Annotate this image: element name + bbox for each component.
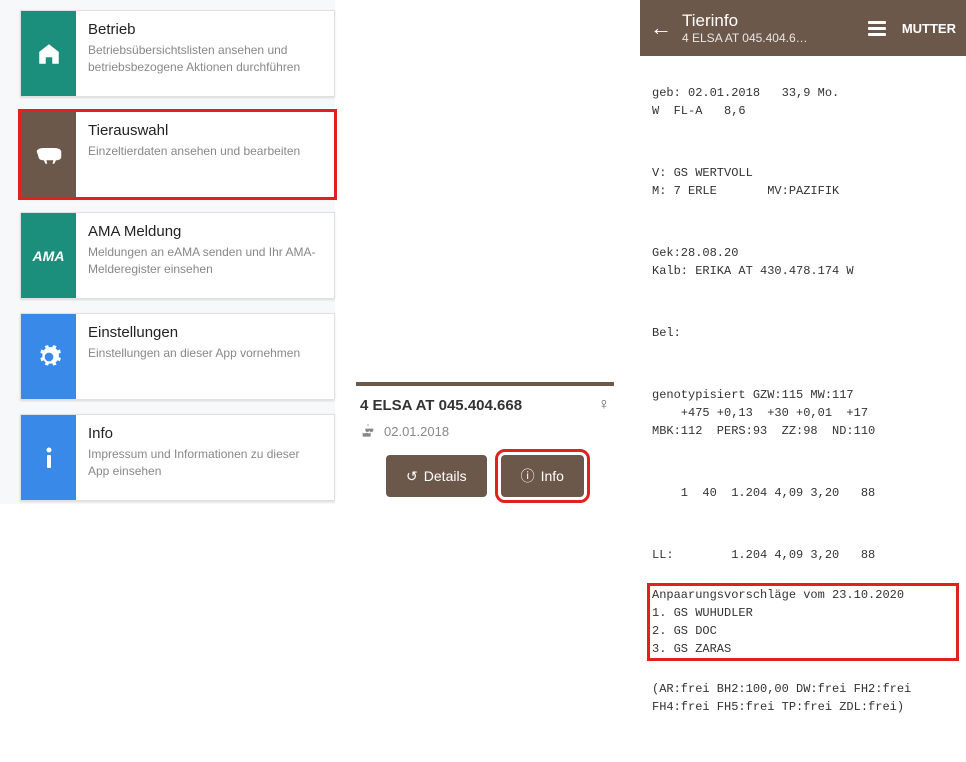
gear-icon [21, 314, 76, 399]
list-menu-icon[interactable] [868, 21, 886, 36]
menu-title: AMA Meldung [88, 223, 322, 240]
back-icon[interactable]: ← [650, 15, 672, 41]
menu-item-einstellungen[interactable]: Einstellungen Einstellungen an dieser Ap… [20, 313, 335, 400]
menu-sub: Betriebsübersichtslisten ansehen und bet… [88, 42, 322, 77]
menu-sub: Meldungen an eAMA senden und Ihr AMA-Mel… [88, 244, 322, 279]
tierinfo-header: ← Tierinfo 4 ELSA AT 045.404.6… MUTTER [640, 0, 966, 56]
info-button[interactable]: ⓘ Info [501, 455, 584, 497]
mutter-button[interactable]: MUTTER [902, 21, 956, 36]
birthday-icon [360, 422, 376, 441]
undo-icon: ↺ [406, 468, 418, 485]
female-icon: ♀ [598, 396, 610, 414]
page-title: Tierinfo [682, 11, 858, 31]
farm-icon [21, 11, 76, 96]
info-icon [21, 415, 76, 500]
cow-icon [21, 112, 76, 197]
tierinfo-text: geb: 02.01.2018 33,9 Mo. W FL-A 8,6 V: G… [640, 56, 966, 762]
page-subtitle: 4 ELSA AT 045.404.6… [682, 31, 858, 45]
menu-title: Info [88, 425, 322, 442]
menu-item-betrieb[interactable]: Betrieb Betriebsübersichtslisten ansehen… [20, 10, 335, 97]
animal-name: 4 ELSA AT 045.404.668 [360, 397, 522, 414]
suggestion-box: Anpaarungsvorschläge vom 23.10.2020 1. G… [648, 584, 958, 660]
menu-item-ama[interactable]: AMA AMA Meldung Meldungen an eAMA senden… [20, 212, 335, 299]
menu-item-tierauswahl[interactable]: Tierauswahl Einzeltierdaten ansehen und … [20, 111, 335, 198]
divider [356, 380, 614, 386]
menu-item-info[interactable]: Info Impressum und Informationen zu dies… [20, 414, 335, 501]
ama-icon: AMA [21, 213, 76, 298]
menu-sub: Einzeltierdaten ansehen und bearbeiten [88, 143, 322, 160]
menu-sub: Impressum und Informationen zu dieser Ap… [88, 446, 322, 481]
info-circle-icon: ⓘ [521, 466, 535, 486]
menu-title: Tierauswahl [88, 122, 322, 139]
birth-date: 02.01.2018 [384, 424, 449, 439]
menu-sub: Einstellungen an dieser App vornehmen [88, 345, 322, 362]
details-button[interactable]: ↺ Details [386, 455, 487, 497]
menu-title: Betrieb [88, 21, 322, 38]
menu-title: Einstellungen [88, 324, 322, 341]
